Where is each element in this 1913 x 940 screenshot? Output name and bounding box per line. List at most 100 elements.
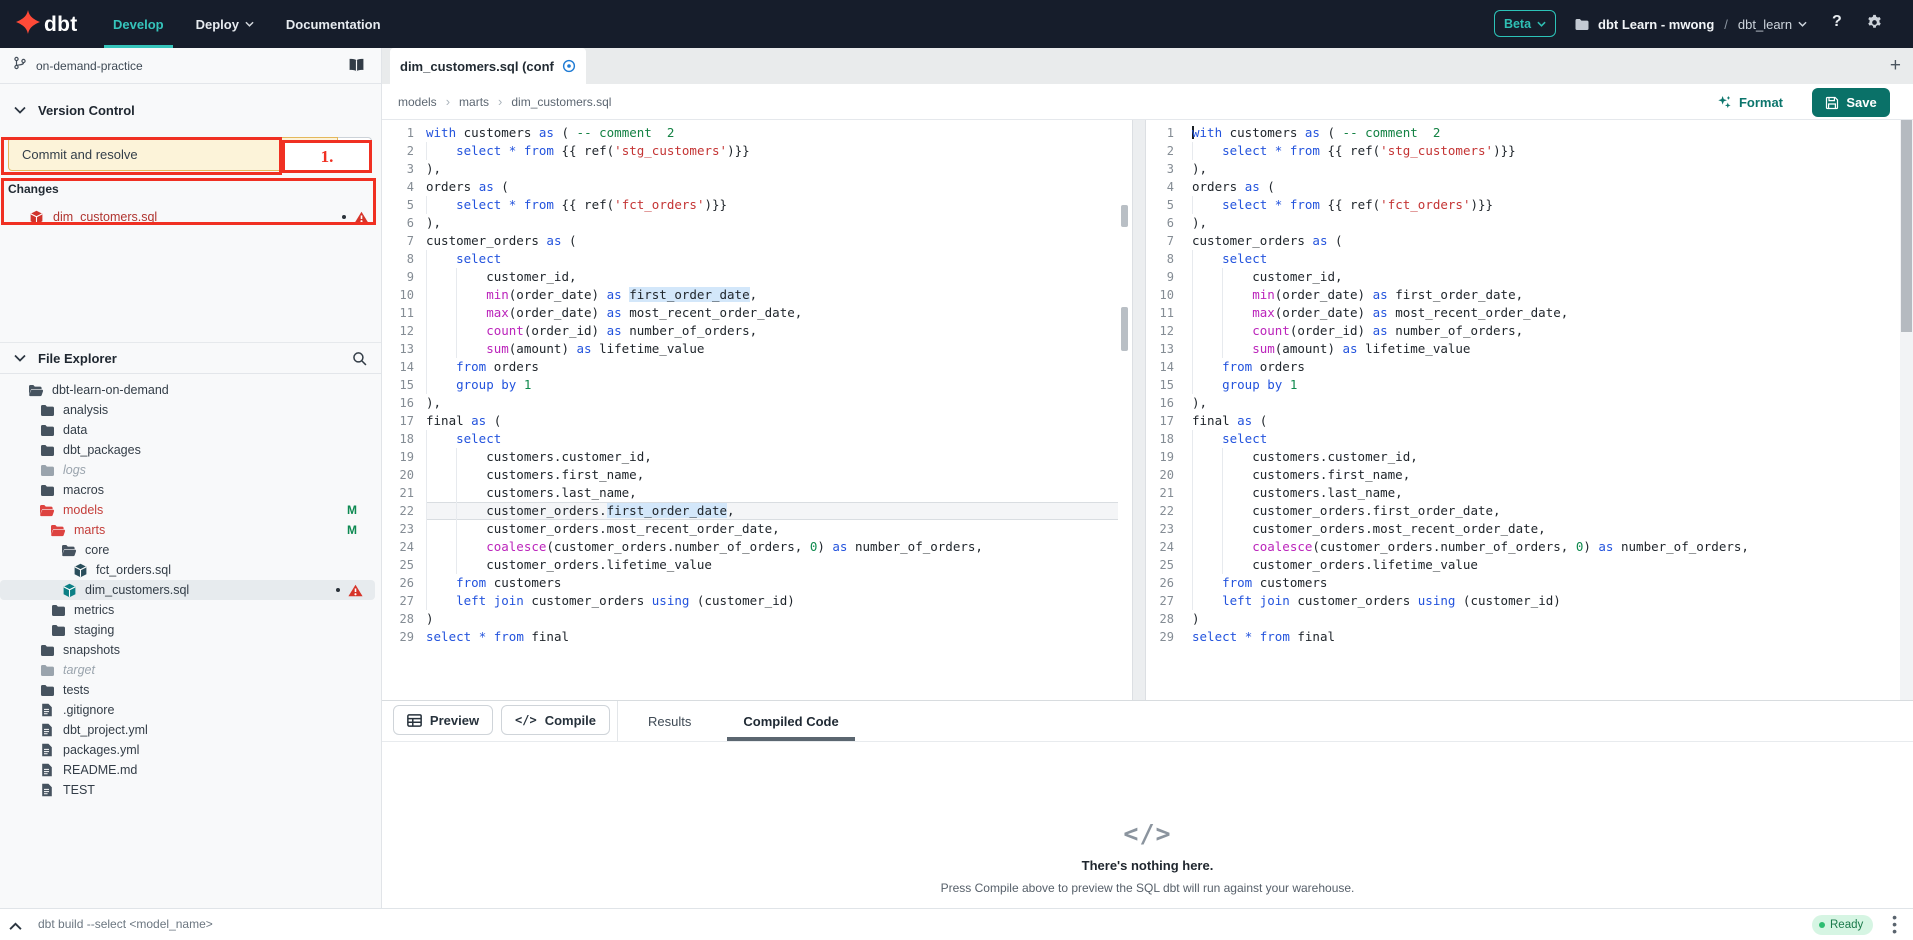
file-tree-item[interactable]: martsM [0,520,375,540]
code-line[interactable]: ) [426,610,1118,628]
file-explorer-header[interactable]: File Explorer [0,343,381,373]
code-line[interactable]: sum(amount) as lifetime_value [426,340,1118,358]
code-line[interactable]: count(order_id) as number_of_orders, [426,322,1118,340]
file-tree-item[interactable]: core [0,540,375,560]
code-line[interactable]: left join customer_orders using (custome… [1192,592,1896,610]
code-line[interactable]: sum(amount) as lifetime_value [1192,340,1896,358]
code-line[interactable]: customer_orders.lifetime_value [426,556,1118,574]
account-project-switcher[interactable]: dbt Learn - mwong / dbt_learn [1574,0,1807,48]
code-line[interactable]: customer_orders.most_recent_order_date, [1192,520,1896,538]
file-tree-item[interactable]: metrics [0,600,375,620]
file-tree-item[interactable]: tests [0,680,375,700]
tab-results[interactable]: Results [622,701,717,741]
file-tree-item[interactable]: dbt_packages [0,440,375,460]
code-line[interactable]: from orders [1192,358,1896,376]
save-button[interactable]: Save [1812,88,1890,117]
gear-icon[interactable] [1866,14,1883,36]
file-tree-item[interactable]: snapshots [0,640,375,660]
code-line[interactable]: customers.first_name, [426,466,1118,484]
code-line[interactable]: customer_orders as ( [426,232,1118,250]
code-line[interactable]: customer_orders.first_order_date, [426,502,1118,520]
editor-tab[interactable]: dim_customers.sql (confli... [390,48,586,84]
version-control-section[interactable]: Version Control [0,92,381,128]
code-line[interactable]: customer_id, [426,268,1118,286]
code-line[interactable]: min(order_date) as first_order_date, [1192,286,1896,304]
code-line[interactable]: max(order_date) as most_recent_order_dat… [1192,304,1896,322]
code-line[interactable]: with customers as ( -- comment 2 [1192,124,1896,142]
code-line[interactable]: from customers [426,574,1118,592]
file-tree-item[interactable]: packages.yml [0,740,375,760]
tab-compiled-code[interactable]: Compiled Code [717,701,864,741]
code-line[interactable]: left join customer_orders using (custome… [426,592,1118,610]
file-tree-item[interactable]: dim_customers.sql [0,580,375,600]
code-line[interactable]: min(order_date) as first_order_date, [426,286,1118,304]
code-line[interactable]: select * from {{ ref('fct_orders')}} [1192,196,1896,214]
nav-develop[interactable]: Develop [99,0,178,48]
search-icon[interactable] [352,351,367,371]
code-line[interactable]: ), [1192,214,1896,232]
breadcrumb-item[interactable]: dim_customers.sql [511,95,611,109]
window-scrollbar[interactable] [1900,120,1913,700]
code-line[interactable]: from orders [426,358,1118,376]
file-tree-item[interactable]: analysis [0,400,375,420]
code-line[interactable]: select * from final [1192,628,1896,646]
kebab-menu-icon[interactable]: ••• [1892,914,1897,935]
code-line[interactable]: select [426,430,1118,448]
code-line[interactable]: max(order_date) as most_recent_order_dat… [426,304,1118,322]
changed-file-item[interactable]: dim_customers.sql [0,206,381,228]
code-line[interactable]: ), [426,160,1118,178]
code-line[interactable]: select * from {{ ref('stg_customers')}} [1192,142,1896,160]
code-line[interactable]: customer_orders as ( [1192,232,1896,250]
breadcrumb-item[interactable]: models [398,95,437,109]
chevron-up-icon[interactable] [9,918,22,936]
code-line[interactable]: select [426,250,1118,268]
file-tree-item[interactable]: logs [0,460,375,480]
code-line[interactable]: select * from {{ ref('fct_orders')}} [426,196,1118,214]
code-line[interactable]: orders as ( [1192,178,1896,196]
code-line[interactable]: final as ( [1192,412,1896,430]
code-line[interactable]: customer_orders.most_recent_order_date, [426,520,1118,538]
beta-button[interactable]: Beta [1494,10,1556,37]
code-line[interactable]: orders as ( [426,178,1118,196]
file-tree-item[interactable]: .gitignore [0,700,375,720]
code-line[interactable]: coalesce(customer_orders.number_of_order… [426,538,1118,556]
dbt-logo[interactable]: dbt [16,10,78,39]
code-line[interactable]: ) [1192,610,1896,628]
code-line[interactable]: customers.first_name, [1192,466,1896,484]
code-line[interactable]: select * from {{ ref('stg_customers')}} [426,142,1118,160]
breadcrumb-item[interactable]: marts [459,95,489,109]
command-input[interactable]: dbt build --select <model_name> [38,909,213,940]
nav-documentation[interactable]: Documentation [272,0,395,48]
code-line[interactable]: select * from final [426,628,1118,646]
file-tree-item[interactable]: staging [0,620,375,640]
code-line[interactable]: ), [1192,394,1896,412]
code-line[interactable]: ), [426,394,1118,412]
project-name[interactable]: dbt_learn [1738,17,1807,32]
code-line[interactable]: ), [1192,160,1896,178]
file-tree-item[interactable]: macros [0,480,375,500]
commit-and-resolve-button[interactable]: Commit and resolve [8,137,338,171]
branch-row[interactable]: on-demand-practice [0,48,381,84]
preview-button[interactable]: Preview [393,705,493,735]
code-line[interactable]: final as ( [426,412,1118,430]
code-line[interactable]: from customers [1192,574,1896,592]
file-tree-item[interactable]: TEST [0,780,375,800]
code-line[interactable]: select [1192,430,1896,448]
compile-button[interactable]: </> Compile [501,705,610,735]
code-line[interactable]: count(order_id) as number_of_orders, [1192,322,1896,340]
code-line[interactable]: customers.customer_id, [426,448,1118,466]
file-tree-item[interactable]: README.md [0,760,375,780]
code-line[interactable]: customer_id, [1192,268,1896,286]
code-line[interactable]: coalesce(customer_orders.number_of_order… [1192,538,1896,556]
code-line[interactable]: customers.last_name, [1192,484,1896,502]
code-line[interactable]: customer_orders.first_order_date, [1192,502,1896,520]
file-tree-item[interactable]: data [0,420,375,440]
nav-deploy[interactable]: Deploy [182,0,268,48]
file-tree-item[interactable]: fct_orders.sql [0,560,375,580]
file-tree-item[interactable]: target [0,660,375,680]
code-line[interactable]: customers.last_name, [426,484,1118,502]
help-icon[interactable]: ? [1832,13,1842,31]
code-area[interactable]: with customers as ( -- comment 2select *… [426,124,1118,646]
file-tree-item[interactable]: dbt-learn-on-demand [0,380,375,400]
editor-pane-left[interactable]: 1234567891011121314151617181920212223242… [382,120,1132,700]
